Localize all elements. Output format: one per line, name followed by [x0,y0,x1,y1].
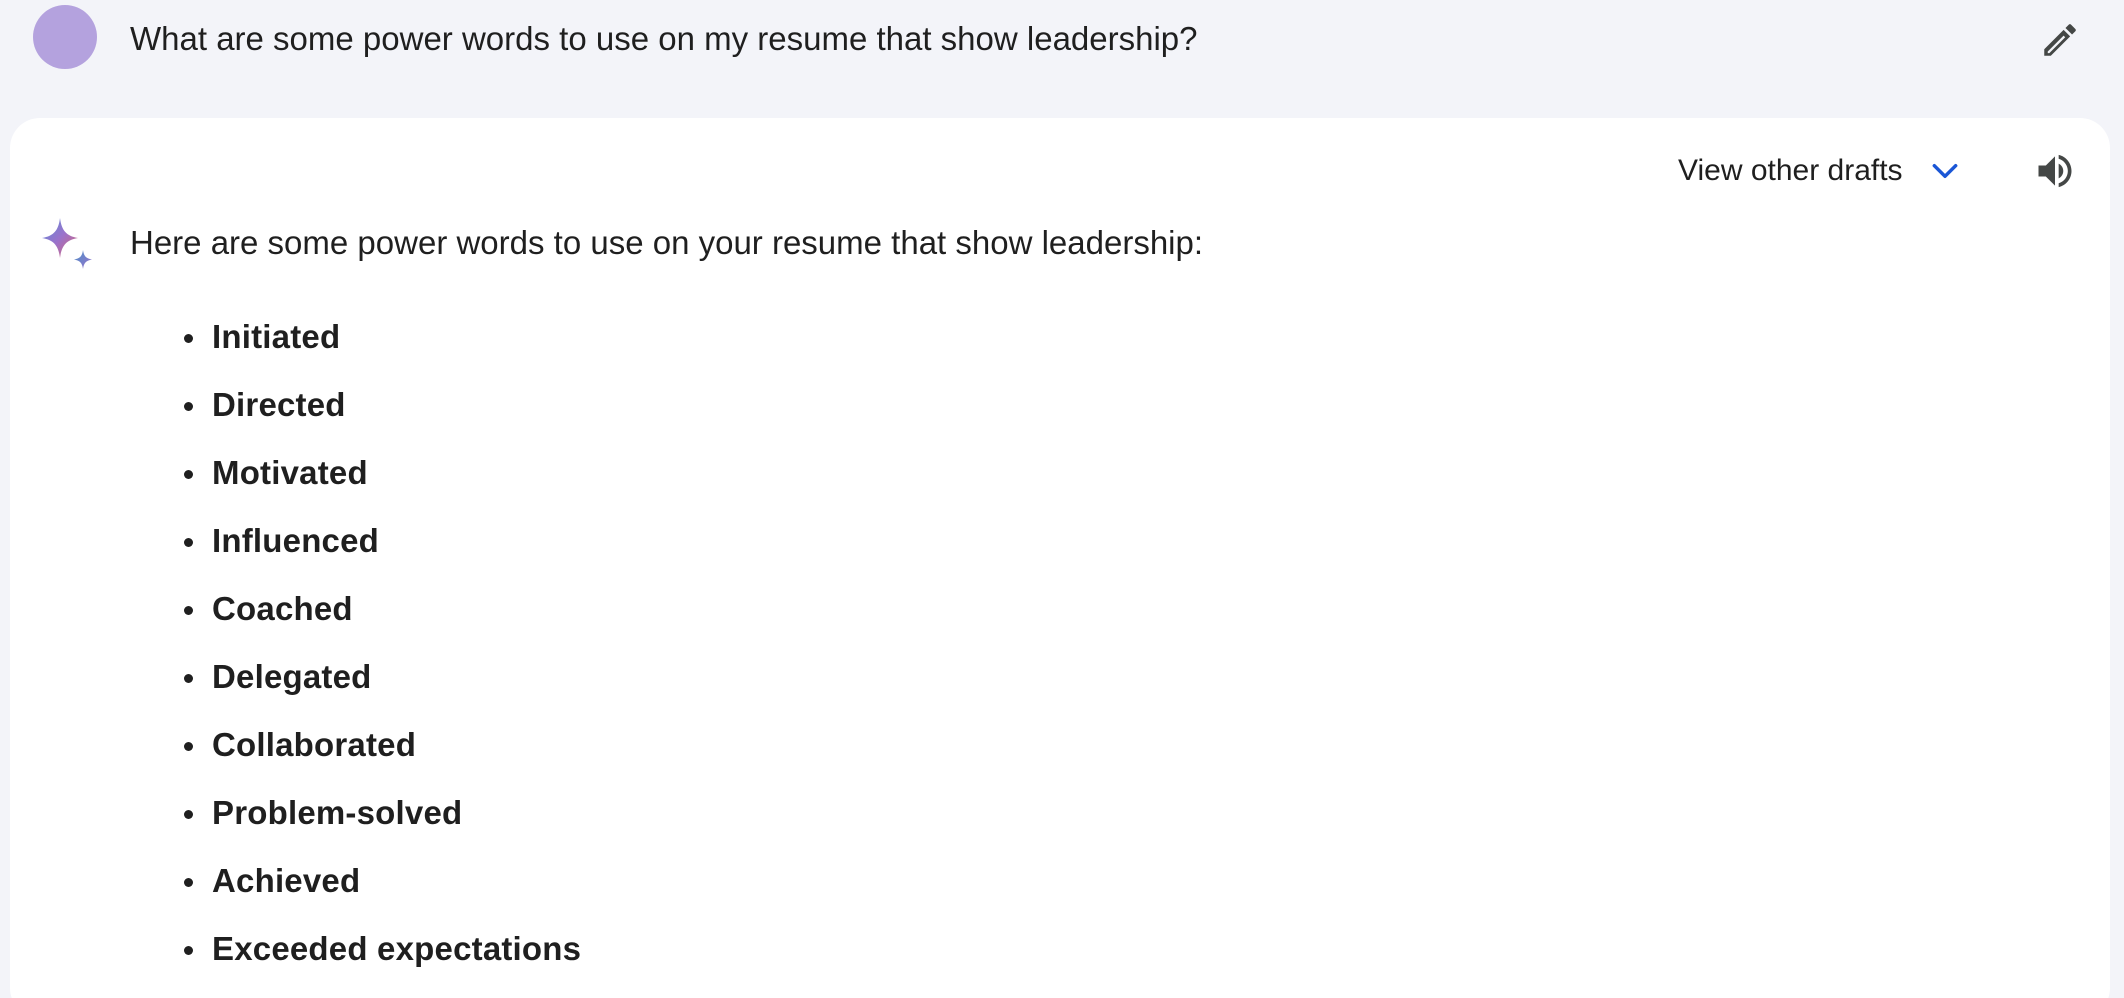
view-other-drafts-label: View other drafts [1678,154,1903,187]
list-item-text: Initiated [212,318,341,355]
list-item-text: Exceeded expectations [212,930,582,967]
prompt-text: What are some power words to use on my r… [130,20,1198,57]
list-item-text: Directed [212,386,346,423]
sparkle-icon [36,214,100,278]
bullet-icon [184,402,193,411]
bullet-icon [184,878,193,887]
list-item-text: Achieved [212,862,361,899]
list-item-text: Problem-solved [212,794,463,831]
list-item-text: Motivated [212,454,368,491]
bullet-icon [184,674,193,683]
list-item-text: Delegated [212,658,372,695]
user-prompt-row: What are some power words to use on my r… [0,0,2124,118]
chat-page: What are some power words to use on my r… [0,0,2124,998]
list-item-text: Collaborated [212,726,417,763]
edit-prompt-button[interactable] [2036,16,2084,64]
bullet-icon [184,334,193,343]
read-aloud-button[interactable] [2028,144,2082,198]
view-other-drafts-button[interactable]: View other drafts [1678,146,1963,196]
chevron-down-icon [1927,153,1963,189]
bullet-icon [184,946,193,955]
bullet-icon [184,470,193,479]
user-avatar[interactable] [33,5,97,69]
volume-icon [2038,154,2072,188]
list-item-text: Influenced [212,522,380,559]
pencil-icon [2044,24,2076,56]
bullet-icon [184,742,193,751]
list-item-text: Coached [212,590,353,627]
bullet-icon [184,538,193,547]
response-card: View other drafts Here are some power wo… [10,118,2110,998]
response-intro: Here are some power words to use on your… [130,224,1204,261]
bullet-icon [184,606,193,615]
bullet-icon [184,810,193,819]
